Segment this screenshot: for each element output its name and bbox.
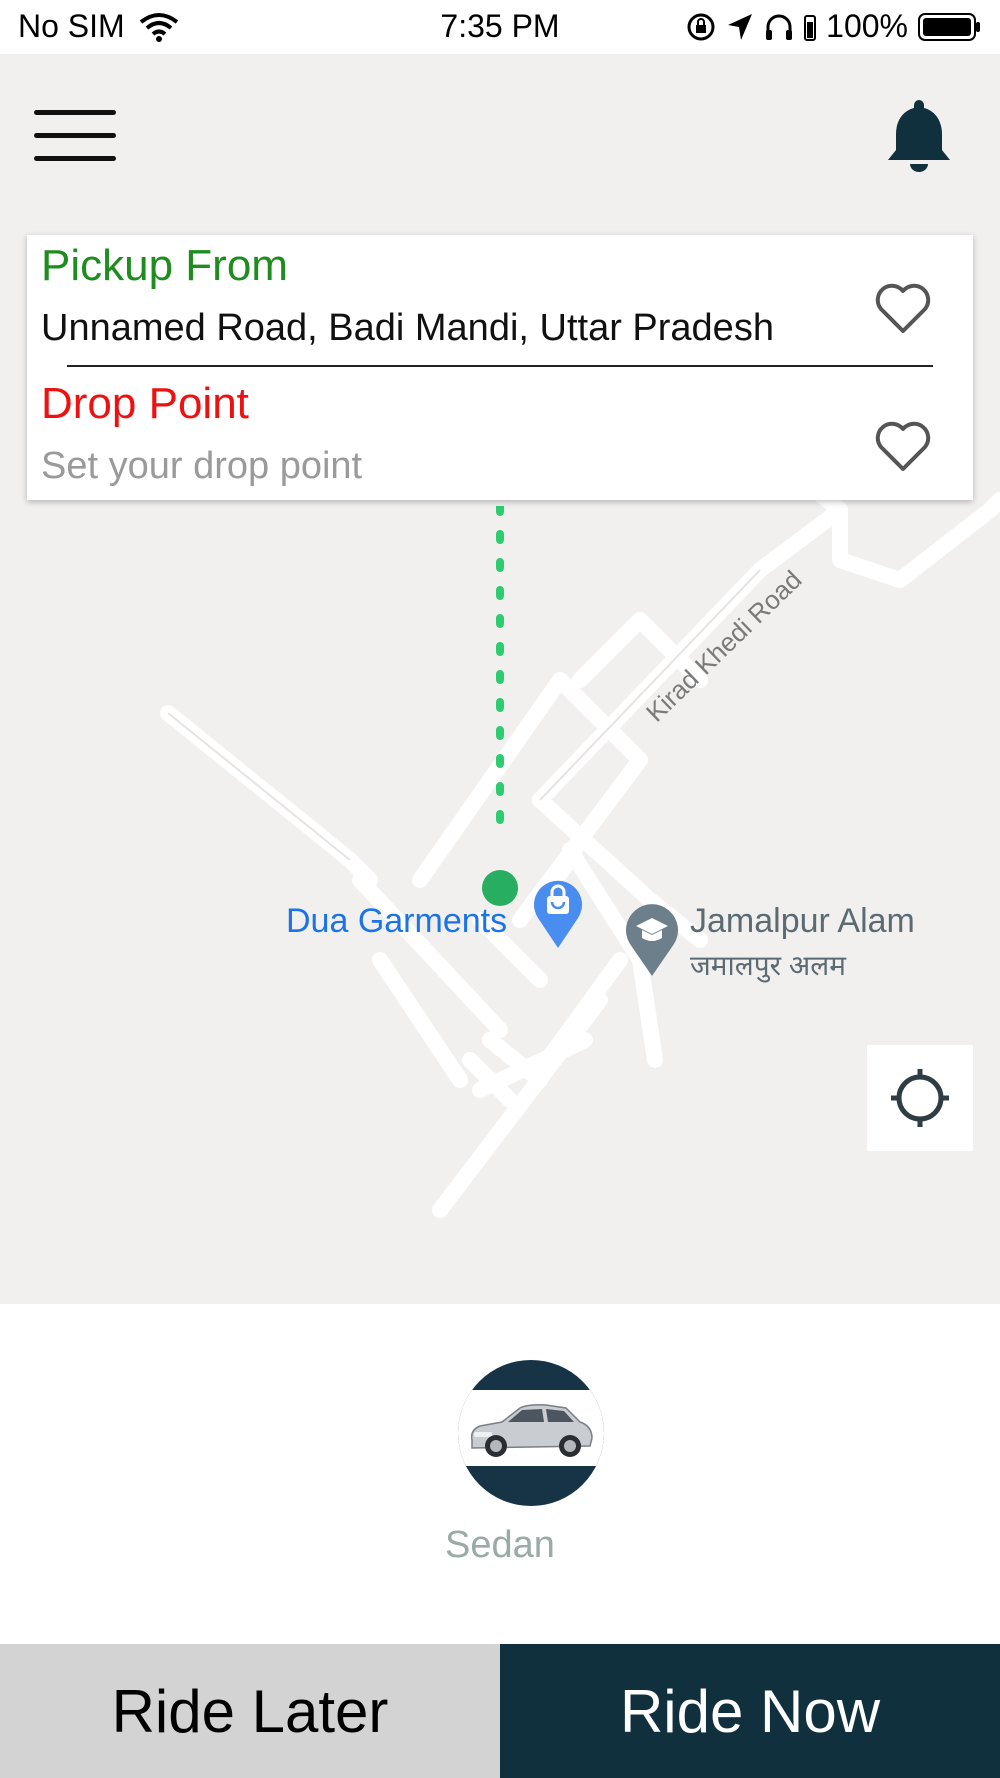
locate-me-button[interactable] [867, 1045, 973, 1151]
address-card: Pickup From Unnamed Road, Badi Mandi, Ut… [27, 235, 973, 500]
sedan-car-icon [470, 1404, 593, 1457]
favorite-drop-heart-icon[interactable] [873, 419, 933, 473]
vehicle-panel: Sedan [0, 1304, 1000, 1644]
battery-icon [918, 12, 980, 41]
menu-bar-middle [34, 133, 116, 138]
crosshair-icon [891, 1069, 949, 1127]
menu-button[interactable] [34, 110, 118, 162]
location-arrow-icon [728, 13, 753, 40]
battery-percent: 100% [826, 8, 908, 44]
menu-bar-bottom [34, 156, 116, 161]
place-label-jamalpur-alam[interactable]: Jamalpur Alam [690, 902, 915, 941]
vehicle-option-sedan[interactable] [458, 1360, 604, 1506]
place-label-dua-garments[interactable]: Dua Garments [286, 902, 507, 941]
route-line [496, 506, 504, 830]
clock: 7:35 PM [440, 8, 560, 44]
drop-label: Drop Point [41, 379, 249, 428]
battery-small-icon [804, 14, 817, 41]
pickup-label: Pickup From [41, 241, 288, 290]
orientation-lock-icon [687, 13, 715, 40]
drop-point-field[interactable]: Set your drop point [41, 445, 871, 488]
shopping-bag-pin-icon[interactable] [532, 880, 584, 950]
place-label-jamalpur-alam-local: जमालपुर अलम [690, 950, 847, 981]
pickup-marker [482, 870, 518, 906]
ride-now-button[interactable]: Ride Now [500, 1644, 1000, 1778]
notification-bell-icon[interactable] [884, 96, 954, 176]
vehicle-name-label: Sedan [445, 1524, 555, 1566]
school-pin-icon[interactable] [624, 902, 680, 978]
ride-later-button[interactable]: Ride Later [0, 1644, 500, 1778]
favorite-pickup-heart-icon[interactable] [873, 281, 933, 335]
headphones-icon [766, 14, 793, 40]
pickup-address-field[interactable]: Unnamed Road, Badi Mandi, Uttar Pradesh [41, 307, 871, 350]
status-right: 100% [686, 8, 982, 45]
menu-bar-top [34, 110, 116, 115]
status-bar: No SIM 7:35 PM 100% [0, 0, 1000, 54]
address-divider [67, 365, 933, 367]
